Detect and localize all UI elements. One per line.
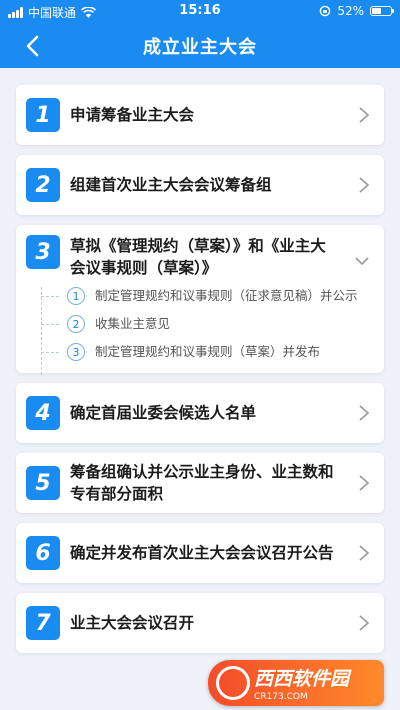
step-card-6[interactable]: 6 确定并发布首次业主大会会议召开公告 [16,523,384,583]
step-number-badge: 3 [26,235,60,269]
chevron-right-icon [359,405,370,421]
chevron-right-icon [359,475,370,491]
substep-number-circle: 2 [67,315,85,333]
watermark-text: 西西软件园 CR173.COM [254,664,349,702]
battery-icon [370,6,394,16]
step-card-1[interactable]: 1 申请筹备业主大会 [16,85,384,145]
step-title: 业主大会会议召开 [70,614,195,632]
step-title: 组建首次业主大会会议筹备组 [70,176,272,194]
chevron-right-icon [359,177,370,193]
substep-item[interactable]: 3 制定管理规约和议事规则（草案）并发布 [41,343,370,361]
connector-line [41,287,42,375]
step-card-7[interactable]: 7 业主大会会议召开 [16,593,384,653]
substep-text: 制定管理规约和议事规则（草案）并发布 [95,344,321,359]
step-title: 筹备组确认并公示业主身份、业主数和专有部分面积 [70,463,334,503]
substep-item[interactable]: 2 收集业主意见 [41,315,370,333]
step-title: 确定并发布首次业主大会会议召开公告 [70,544,334,562]
step-card-4[interactable]: 4 确定首届业委会候选人名单 [16,383,384,443]
step-header: 6 确定并发布首次业主大会会议召开公告 [16,523,384,583]
chevron-right-icon [359,545,370,561]
watermark-sub-text: CR173.COM [254,692,308,702]
step-header: 4 确定首届业委会候选人名单 [16,383,384,443]
step-header: 7 业主大会会议召开 [16,593,384,653]
page-title: 成立业主大会 [143,37,257,58]
connector-branch [41,352,59,353]
substep-list: 1 制定管理规约和议事规则（征求意见稿）并公示 2 收集业主意见 3 制定管理规… [16,287,384,375]
substep-text: 制定管理规约和议事规则（征求意见稿）并公示 [95,288,358,303]
watermark-main-text: 西西软件园 [254,668,350,690]
step-number-badge: 2 [26,168,60,202]
step-number-badge: 7 [26,606,60,640]
step-header: 1 申请筹备业主大会 [16,85,384,145]
step-card-5[interactable]: 5 筹备组确认并公示业主身份、业主数和专有部分面积 [16,453,384,513]
step-title: 申请筹备业主大会 [70,106,195,124]
step-card-2[interactable]: 2 组建首次业主大会会议筹备组 [16,155,384,215]
orientation-lock-icon [320,5,331,17]
chevron-right-icon [359,107,370,123]
chevron-right-icon [359,615,370,631]
step-number-badge: 1 [26,98,60,132]
step-card-3[interactable]: 3 草拟《管理规约（草案）》和《业主大会议事规则（草案）》 1 制定管理规约和议… [16,225,384,375]
battery-fill [372,8,382,14]
step-number-badge: 4 [26,396,60,430]
nav-bar: 成立业主大会 [0,22,400,68]
watermark-badge: 西西软件园 CR173.COM [208,660,384,706]
step-number-badge: 5 [26,466,60,500]
battery-percent: 52% [337,4,364,18]
step-number-badge: 6 [26,536,60,570]
status-bar: 中国联通 15:16 52% [0,0,400,22]
status-right: 52% [319,4,394,18]
substep-item[interactable]: 1 制定管理规约和议事规则（征求意见稿）并公示 [41,287,370,305]
substep-number-circle: 1 [67,287,85,305]
substep-text: 收集业主意见 [95,316,171,331]
connector-branch [41,324,59,325]
step-header: 2 组建首次业主大会会议筹备组 [16,155,384,215]
step-header: 5 筹备组确认并公示业主身份、业主数和专有部分面积 [16,453,384,513]
watermark-logo-icon [216,666,250,700]
step-header: 3 草拟《管理规约（草案）》和《业主大会议事规则（草案）》 [16,225,384,287]
header-bar: 中国联通 15:16 52% 成立业主大会 [0,0,400,68]
substep-number-circle: 3 [67,343,85,361]
steps-list: 1 申请筹备业主大会 2 组建首次业主大会会议筹备组 3 草拟《管理规约（草案）… [16,85,384,663]
connector-branch [41,296,59,297]
chevron-down-icon[interactable] [354,255,370,267]
step-title: 确定首届业委会候选人名单 [70,404,257,422]
step-title: 草拟《管理规约（草案）》和《业主大会议事规则（草案）》 [70,237,326,277]
